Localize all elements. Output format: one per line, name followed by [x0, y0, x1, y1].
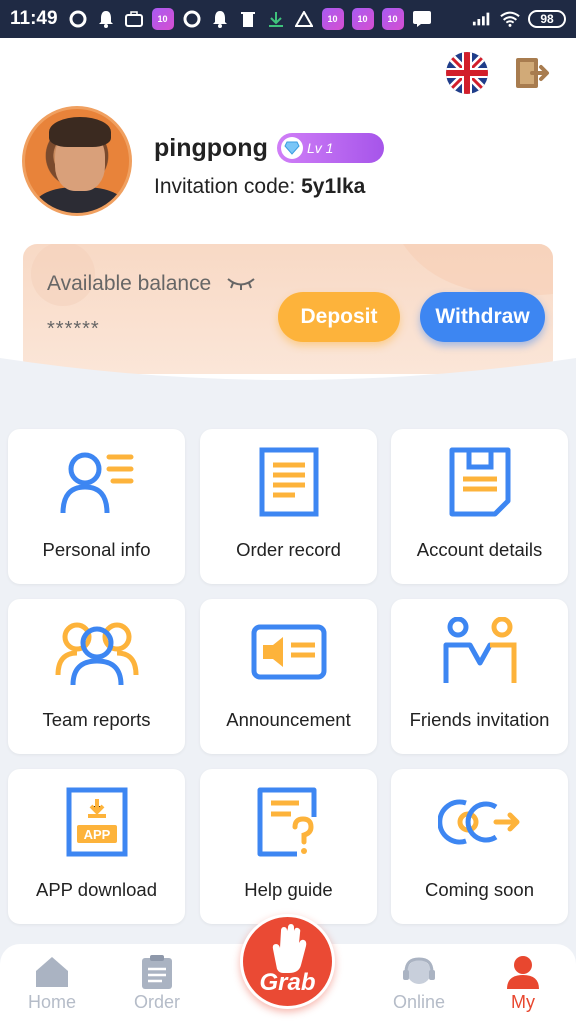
- friends-icon: [391, 617, 568, 689]
- level-text: Lv 1: [307, 140, 334, 156]
- invitation-code: Invitation code: 5y1lka: [154, 175, 365, 199]
- diamond-icon: [281, 137, 303, 159]
- nav-label: Online: [392, 992, 446, 1012]
- menu-personal-info[interactable]: Personal info: [8, 429, 185, 584]
- bell-icon: [210, 9, 230, 29]
- opera-icon: [68, 9, 88, 29]
- signal-icon: [472, 9, 492, 29]
- menu-announcement[interactable]: Announcement: [200, 599, 377, 754]
- balance-value: ******: [47, 318, 100, 340]
- language-flag-icon[interactable]: [446, 52, 488, 94]
- menu-account-details[interactable]: Account details: [391, 429, 568, 584]
- nav-label: Home: [27, 992, 76, 1012]
- message-icon: [412, 9, 432, 29]
- drive-icon: [294, 9, 314, 29]
- bell-icon: [96, 9, 116, 29]
- invitation-code-value[interactable]: 5y1lka: [301, 175, 365, 198]
- app-download-icon: APP: [8, 787, 185, 859]
- download-icon: [266, 9, 286, 29]
- system-icons: 98: [472, 9, 566, 29]
- grab-button[interactable]: Grab: [240, 914, 335, 1009]
- menu-label: Friends invitation: [409, 709, 550, 730]
- menu-label: Order record: [236, 539, 341, 560]
- help-icon: [200, 787, 377, 859]
- menu-label: Account details: [416, 539, 543, 560]
- menu-label: APP download: [35, 879, 158, 900]
- nav-home[interactable]: Home: [7, 952, 97, 1013]
- nav-label: Order: [133, 992, 180, 1012]
- megaphone-icon: [200, 617, 377, 689]
- app-badge-icon: 10: [381, 8, 404, 30]
- menu-help-guide[interactable]: Help guide: [200, 769, 377, 924]
- nav-order[interactable]: Order: [112, 952, 202, 1013]
- app-badge-icon: 10: [321, 8, 344, 30]
- nav-online[interactable]: Online: [374, 952, 464, 1013]
- home-icon: [7, 952, 97, 992]
- document-icon: [200, 447, 377, 519]
- avatar: [22, 106, 132, 216]
- app-badge-icon: 10: [151, 8, 174, 30]
- menu-label: Announcement: [226, 709, 351, 730]
- grab-label: Grab: [259, 969, 316, 996]
- level-badge: Lv 1: [277, 133, 384, 163]
- eye-closed-icon[interactable]: [226, 276, 256, 295]
- menu-order-record[interactable]: Order record: [200, 429, 377, 584]
- username: pingpong: [154, 134, 268, 162]
- team-icon: [8, 617, 185, 689]
- balance-label: Available balance: [47, 272, 212, 295]
- support-icon: [374, 952, 464, 992]
- menu-label: Help guide: [244, 879, 333, 900]
- menu-friends-invitation[interactable]: Friends invitation: [391, 599, 568, 754]
- order-icon: [112, 952, 202, 992]
- opera-icon: [182, 9, 202, 29]
- invitation-label: Invitation code:: [154, 175, 296, 198]
- user-icon: [478, 952, 568, 992]
- deposit-button[interactable]: Deposit: [278, 292, 400, 342]
- user-list-icon: [8, 447, 185, 519]
- status-time: 11:49: [10, 8, 58, 29]
- battery-indicator: 98: [528, 10, 566, 28]
- menu-app-download[interactable]: APP APP download: [8, 769, 185, 924]
- clipboard-icon: [391, 447, 568, 519]
- nav-label: My: [511, 992, 535, 1012]
- svg-text:APP: APP: [83, 827, 110, 842]
- app-badge-icon: 10: [351, 8, 374, 30]
- wave-divider: [0, 358, 576, 410]
- nav-my[interactable]: My: [478, 952, 568, 1013]
- trash-icon: [238, 9, 258, 29]
- menu-team-reports[interactable]: Team reports: [8, 599, 185, 754]
- status-bar: 11:49 10 10 10 10 98: [0, 0, 576, 38]
- menu-label: Coming soon: [424, 879, 534, 900]
- menu-label: Team reports: [42, 709, 151, 730]
- withdraw-button[interactable]: Withdraw: [420, 292, 545, 342]
- menu-coming-soon[interactable]: Coming soon: [391, 769, 568, 924]
- coming-soon-icon: [391, 787, 568, 859]
- wifi-icon: [500, 9, 520, 29]
- menu-label: Personal info: [42, 539, 151, 560]
- logout-icon[interactable]: [514, 56, 550, 90]
- briefcase-icon: [124, 9, 144, 29]
- notification-icons: 10 10 10 10: [68, 8, 432, 30]
